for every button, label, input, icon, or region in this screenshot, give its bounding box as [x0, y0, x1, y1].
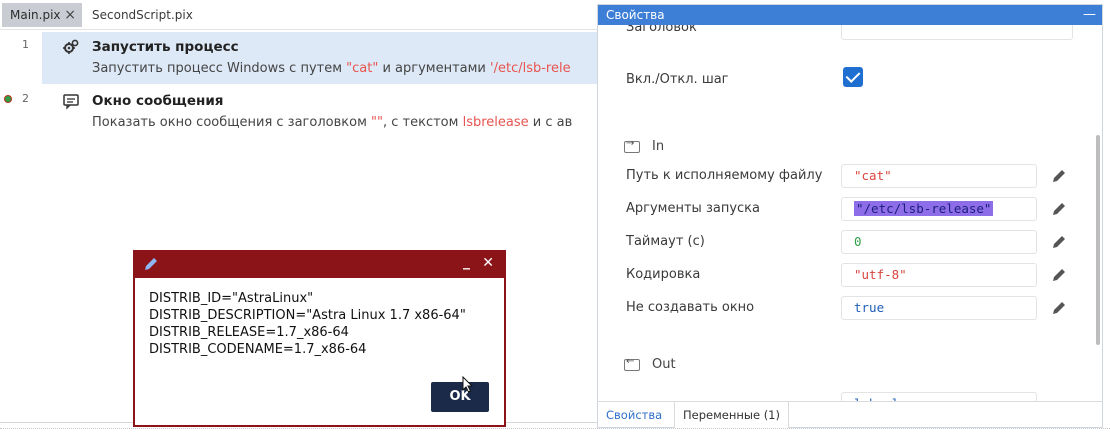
selected-text: "/etc/lsb-release" [854, 201, 994, 216]
section-label: Out [652, 357, 676, 372]
pencil-icon[interactable] [1050, 233, 1068, 251]
properties-header: Свойства — [598, 5, 1102, 25]
properties-panel: Свойства — Заголовок Вкл./Откл. шаг In П… [597, 4, 1103, 428]
properties-tabs: Свойства Переменные (1) [598, 401, 1102, 428]
close-button[interactable]: ✕ [482, 255, 494, 271]
dialog-message: DISTRIB_ID="AstraLinux" DISTRIB_DESCRIPT… [149, 291, 466, 357]
prop-args-input[interactable]: "/etc/lsb-release" [841, 197, 1037, 221]
app-window: Main.pix × SecondScript.pix 1 Запустить … [0, 0, 1110, 438]
minimize-button[interactable]: _ [463, 254, 470, 270]
properties-title: Свойства [606, 8, 665, 22]
tab-label: Main.pix [10, 8, 61, 22]
tab-bar: Main.pix × SecondScript.pix [0, 0, 600, 30]
desc-value: "" [371, 115, 383, 130]
prop-label: Аргументы запуска [626, 201, 760, 216]
tab-second-script[interactable]: SecondScript.pix [84, 3, 224, 27]
properties-body: Заголовок Вкл./Откл. шаг In Путь к испол… [598, 25, 1102, 401]
step-title: Запустить процесс [92, 39, 239, 55]
tab-label: SecondScript.pix [92, 8, 193, 22]
prop-row-nowindow: Не создавать окно true [598, 295, 1102, 323]
step-title: Окно сообщения [92, 93, 224, 109]
breakpoint-dot[interactable] [4, 95, 12, 103]
section-label: In [652, 139, 665, 154]
desc-text: и с ав [528, 115, 573, 130]
prop-row-timeout: Таймаут (с) 0 [598, 229, 1102, 257]
desc-text: Показать окно сообщения с заголовком [92, 115, 372, 130]
scrollbar[interactable] [1096, 135, 1100, 345]
tab-properties[interactable]: Свойства [598, 402, 670, 428]
prop-nowindow-input[interactable]: true [841, 296, 1037, 320]
prop-row-out: lsbrel [598, 391, 1102, 401]
desc-value: '/etc/lsb-rele [490, 61, 571, 76]
section-in[interactable]: In [624, 138, 665, 154]
gears-icon [63, 39, 79, 54]
pencil-icon[interactable] [1050, 167, 1068, 185]
step-number: 2 [22, 92, 29, 105]
step-row-message-box[interactable]: 2 Окно сообщения Показать окно сообщения… [0, 86, 600, 140]
message-dialog: _ ✕ DISTRIB_ID="AstraLinux" DISTRIB_DESC… [133, 250, 506, 427]
prop-label: Таймаут (с) [626, 234, 705, 249]
step-description: Запустить процесс Windows с путем "cat" … [92, 61, 594, 76]
prop-title-input[interactable] [841, 25, 1073, 40]
prop-row-path: Путь к исполняемому файлу "cat" [598, 163, 1102, 191]
step-number: 1 [22, 38, 29, 51]
input-arrow-icon [624, 138, 640, 153]
prop-label: Не создавать окно [626, 300, 755, 315]
pencil-icon[interactable] [1050, 266, 1068, 284]
message-icon [63, 94, 79, 110]
output-arrow-icon [624, 356, 640, 371]
prop-label: Вкл./Откл. шаг [626, 72, 729, 87]
prop-row-title: Заголовок [598, 25, 1102, 43]
desc-value: lsbrelease [462, 115, 529, 130]
prop-out-input[interactable]: lsbrel [841, 392, 1037, 401]
step-row-start-process[interactable]: 1 Запустить процесс Запустить процесс Wi… [0, 32, 600, 86]
prop-label: Кодировка [626, 267, 701, 282]
minimize-icon[interactable]: — [1083, 5, 1096, 25]
prop-label: Заголовок [626, 25, 697, 35]
bottom-panel [0, 428, 1110, 438]
desc-text: , с текстом [382, 115, 463, 130]
tab-variables[interactable]: Переменные (1) [674, 402, 789, 428]
prop-row-encoding: Кодировка "utf-8" [598, 262, 1102, 290]
step-description: Показать окно сообщения с заголовком "",… [92, 115, 594, 130]
desc-value: "cat" [346, 61, 379, 76]
section-out[interactable]: Out [624, 356, 676, 372]
dialog-titlebar: _ ✕ [135, 252, 504, 278]
prop-timeout-input[interactable]: 0 [841, 230, 1037, 254]
tab-main-pix[interactable]: Main.pix × [2, 3, 82, 27]
prop-label: Путь к исполняемому файлу [626, 168, 823, 183]
prop-path-input[interactable]: "cat" [841, 164, 1037, 188]
close-icon[interactable]: × [64, 3, 76, 27]
pen-icon [145, 258, 157, 270]
desc-text: и аргументами [378, 61, 491, 76]
ok-button[interactable]: OK [431, 382, 489, 412]
prop-encoding-input[interactable]: "utf-8" [841, 263, 1037, 287]
prop-row-args: Аргументы запуска "/etc/lsb-release" [598, 196, 1102, 224]
mouse-cursor-icon [462, 376, 474, 393]
pencil-icon[interactable] [1050, 299, 1068, 317]
enable-step-checkbox[interactable] [843, 67, 863, 87]
pencil-icon[interactable] [1050, 200, 1068, 218]
desc-text: Запустить процесс Windows с путем [92, 61, 347, 76]
